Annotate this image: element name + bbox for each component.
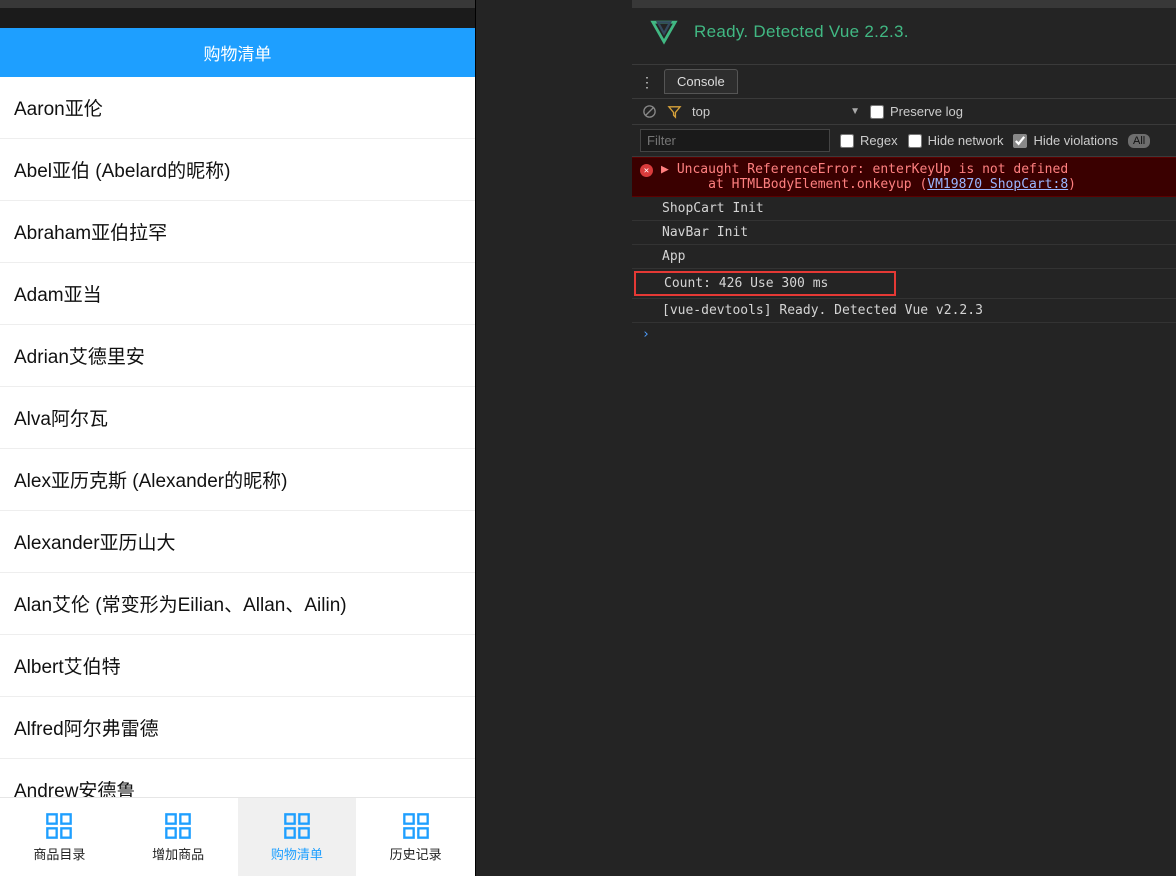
list-item[interactable]: Andrew安德鲁: [0, 759, 475, 797]
list-item[interactable]: Alva阿尔瓦: [0, 387, 475, 449]
filter-input[interactable]: [640, 129, 830, 152]
regex-checkbox[interactable]: Regex: [840, 133, 898, 148]
list-item[interactable]: Alfred阿尔弗雷德: [0, 697, 475, 759]
shopping-list[interactable]: Aaron亚伦Abel亚伯 (Abelard的昵称)Abraham亚伯拉罕Ada…: [0, 77, 475, 797]
error-line-1: Uncaught ReferenceError: enterKeyUp is n…: [677, 162, 1068, 177]
hide-violations-label: Hide violations: [1033, 133, 1118, 148]
console-toolbar: top ▼ Preserve log: [632, 99, 1176, 125]
clear-console-icon[interactable]: [642, 104, 657, 119]
prompt-chevron-icon: ›: [642, 327, 650, 342]
panel-divider: [475, 0, 632, 876]
tab-label: 历史记录: [390, 844, 442, 863]
list-item[interactable]: Alexander亚历山大: [0, 511, 475, 573]
tab-历史记录[interactable]: 历史记录: [356, 798, 475, 876]
app-header: 购物清单: [0, 28, 475, 77]
console-tabstrip: ⋮ Console: [632, 65, 1176, 99]
console-log: [vue-devtools] Ready. Detected Vue v2.2.…: [632, 299, 1176, 323]
list-item[interactable]: Abel亚伯 (Abelard的昵称): [0, 139, 475, 201]
hide-network-label: Hide network: [928, 133, 1004, 148]
preserve-log-checkbox[interactable]: Preserve log: [870, 104, 963, 119]
level-badge-all[interactable]: All: [1128, 134, 1150, 148]
error-icon: ✕: [640, 164, 653, 177]
tab-label: 商品目录: [33, 844, 85, 863]
error-source-link[interactable]: VM19870 ShopCart:8: [927, 177, 1068, 192]
regex-label: Regex: [860, 133, 898, 148]
list-item[interactable]: Albert艾伯特: [0, 635, 475, 697]
devtools-panel: Ready. Detected Vue 2.2.3. ⋮ Console top…: [632, 0, 1176, 876]
vue-devtools-banner: Ready. Detected Vue 2.2.3.: [632, 8, 1176, 65]
tab-购物清单[interactable]: 购物清单: [238, 798, 357, 876]
tab-console[interactable]: Console: [664, 69, 738, 94]
console-log: NavBar Init: [632, 221, 1176, 245]
preserve-log-input[interactable]: [870, 105, 884, 119]
error-text: Uncaught ReferenceError: enterKeyUp is n…: [677, 162, 1168, 192]
console-output[interactable]: ✕ ▶ Uncaught ReferenceError: enterKeyUp …: [632, 157, 1176, 876]
browser-chrome-gap: [0, 8, 475, 28]
console-log: App: [632, 245, 1176, 269]
context-label: top: [692, 104, 710, 119]
error-line-2-post: ): [1068, 177, 1076, 192]
error-line-2-pre: at HTMLBodyElement.onkeyup (: [677, 177, 927, 192]
tab-label: 购物清单: [271, 844, 323, 863]
list-item[interactable]: Adrian艾德里安: [0, 325, 475, 387]
regex-input[interactable]: [840, 134, 854, 148]
more-options-icon[interactable]: ⋮: [640, 75, 654, 89]
grid-icon: [45, 812, 73, 840]
grid-icon: [402, 812, 430, 840]
console-error[interactable]: ✕ ▶ Uncaught ReferenceError: enterKeyUp …: [632, 157, 1176, 197]
devtools-titlebar: [632, 0, 1176, 8]
tab-label: 增加商品: [152, 844, 204, 863]
mobile-app-panel: 购物清单 Aaron亚伦Abel亚伯 (Abelard的昵称)Abraham亚伯…: [0, 0, 475, 876]
list-item[interactable]: Alex亚历克斯 (Alexander的昵称): [0, 449, 475, 511]
bottom-tabbar: 商品目录 增加商品 购物清单 历史记录: [0, 797, 475, 876]
hide-violations-checkbox[interactable]: Hide violations: [1013, 133, 1118, 148]
expand-error-icon[interactable]: ▶: [661, 162, 669, 177]
vue-logo-icon: [650, 18, 678, 46]
preserve-log-label: Preserve log: [890, 104, 963, 119]
hide-network-checkbox[interactable]: Hide network: [908, 133, 1004, 148]
list-item[interactable]: Abraham亚伯拉罕: [0, 201, 475, 263]
console-log: ShopCart Init: [632, 197, 1176, 221]
tab-商品目录[interactable]: 商品目录: [0, 798, 119, 876]
filter-funnel-icon[interactable]: [667, 104, 682, 119]
page-title: 购物清单: [204, 45, 272, 64]
window-titlebar: [0, 0, 475, 8]
grid-icon: [164, 812, 192, 840]
chevron-down-icon: ▼: [850, 106, 860, 117]
hide-network-input[interactable]: [908, 134, 922, 148]
tab-增加商品[interactable]: 增加商品: [119, 798, 238, 876]
hide-violations-input[interactable]: [1013, 134, 1027, 148]
execution-context-selector[interactable]: top ▼: [692, 104, 860, 119]
highlighted-log: Count: 426 Use 300 ms: [634, 271, 896, 296]
list-item[interactable]: Alan艾伦 (常变形为Eilian、Allan、Ailin): [0, 573, 475, 635]
vue-ready-text: Ready. Detected Vue 2.2.3.: [694, 22, 909, 42]
grid-icon: [283, 812, 311, 840]
list-item[interactable]: Aaron亚伦: [0, 77, 475, 139]
list-item[interactable]: Adam亚当: [0, 263, 475, 325]
console-filter-row: Regex Hide network Hide violations All: [632, 125, 1176, 157]
console-prompt[interactable]: ›: [632, 323, 1176, 346]
